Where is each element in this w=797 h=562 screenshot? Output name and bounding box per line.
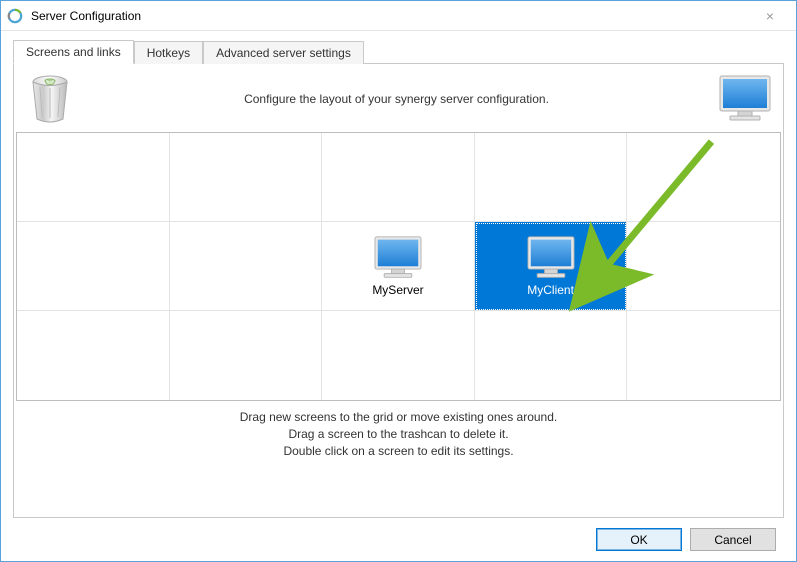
screen-label: MyClient — [527, 283, 574, 297]
server-config-window: Server Configuration × Screens and links… — [0, 0, 797, 562]
grid-cell[interactable] — [17, 222, 170, 311]
hint-line-3: Double click on a screen to edit its set… — [16, 443, 781, 460]
grid-cell[interactable] — [627, 222, 780, 311]
screen-myserver[interactable]: MyServer — [322, 222, 475, 311]
grid-cell[interactable] — [17, 311, 170, 400]
app-icon — [7, 8, 23, 24]
grid-cell[interactable] — [170, 133, 323, 222]
dialog-button-row: OK Cancel — [13, 518, 784, 551]
cancel-button[interactable]: Cancel — [690, 528, 776, 551]
new-screen-draggable[interactable] — [717, 71, 773, 127]
monitor-icon — [373, 235, 423, 281]
ok-button[interactable]: OK — [596, 528, 682, 551]
trash-dropzone[interactable] — [24, 71, 76, 127]
instruction-text: Configure the layout of your synergy ser… — [76, 92, 717, 106]
screen-myclient[interactable]: MyClient — [475, 222, 628, 311]
tab-screens-and-links[interactable]: Screens and links — [13, 40, 134, 64]
tab-panel-screens: Configure the layout of your synergy ser… — [13, 63, 784, 518]
grid-cell[interactable] — [627, 133, 780, 222]
grid-cell[interactable] — [170, 222, 323, 311]
grid-cell[interactable] — [322, 311, 475, 400]
hints-block: Drag new screens to the grid or move exi… — [16, 409, 781, 459]
grid-wrap: MyServer MyClient — [16, 132, 781, 401]
screen-label: MyServer — [372, 283, 423, 297]
monitor-icon — [718, 74, 772, 124]
trash-icon — [28, 73, 72, 125]
grid-cell[interactable] — [17, 133, 170, 222]
hint-line-2: Drag a screen to the trashcan to delete … — [16, 426, 781, 443]
client-area: Screens and links Hotkeys Advanced serve… — [1, 31, 796, 561]
grid-cell[interactable] — [475, 311, 628, 400]
tab-strip: Screens and links Hotkeys Advanced serve… — [13, 39, 784, 63]
top-row: Configure the layout of your synergy ser… — [16, 66, 781, 132]
hint-line-1: Drag new screens to the grid or move exi… — [16, 409, 781, 426]
monitor-icon — [526, 235, 576, 281]
grid-cell[interactable] — [170, 311, 323, 400]
screen-grid[interactable]: MyServer MyClient — [16, 132, 781, 401]
window-title: Server Configuration — [31, 9, 750, 23]
close-button[interactable]: × — [750, 1, 790, 30]
grid-cell[interactable] — [627, 311, 780, 400]
tab-advanced-server-settings[interactable]: Advanced server settings — [203, 41, 364, 64]
tab-hotkeys[interactable]: Hotkeys — [134, 41, 203, 64]
titlebar[interactable]: Server Configuration × — [1, 1, 796, 31]
grid-cell[interactable] — [322, 133, 475, 222]
grid-cell[interactable] — [475, 133, 628, 222]
